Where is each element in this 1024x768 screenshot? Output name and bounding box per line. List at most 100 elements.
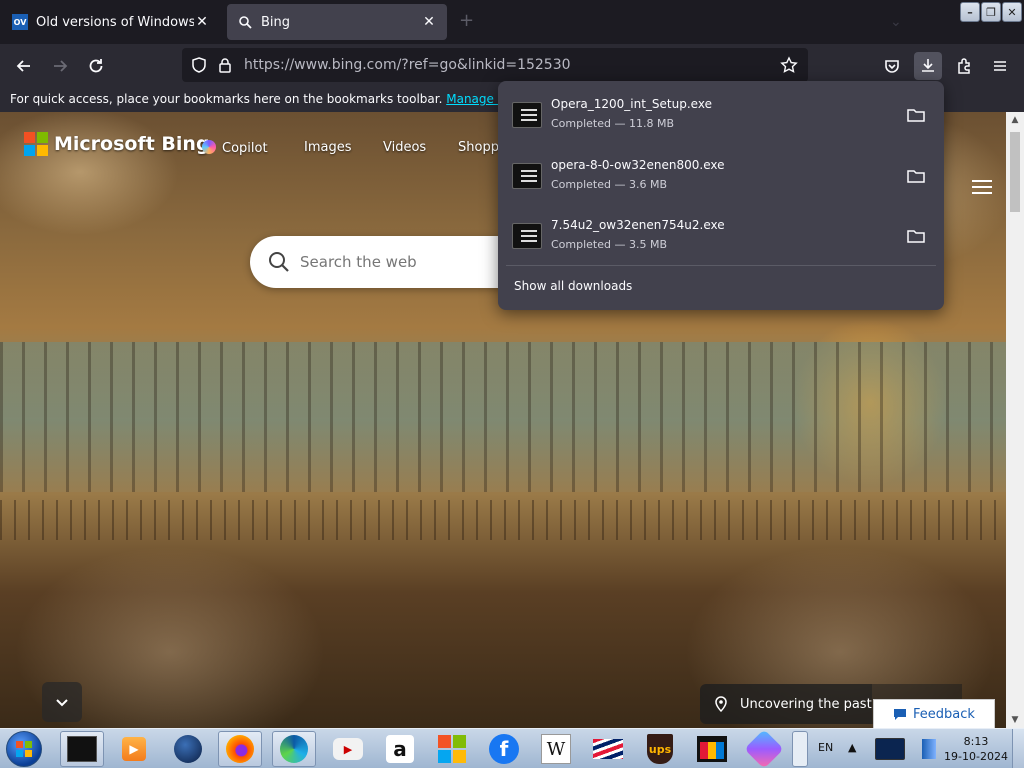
taskbar-edge[interactable]	[272, 731, 316, 767]
show-all-downloads-link[interactable]: Show all downloads	[514, 279, 632, 293]
clock-time: 8:13	[963, 735, 989, 748]
bookmark-star-icon[interactable]	[780, 56, 798, 74]
image-caption[interactable]: Uncovering the past	[700, 684, 872, 724]
list-tabs-icon[interactable]: ⌄	[890, 14, 902, 30]
back-icon[interactable]	[10, 52, 38, 80]
menu-icon[interactable]	[986, 52, 1014, 80]
search-input[interactable]: Search the web	[250, 236, 530, 288]
taskbar-wikipedia[interactable]: W	[534, 731, 578, 767]
new-tab-icon[interactable]: +	[459, 12, 474, 30]
divider	[506, 265, 936, 266]
scroll-down-arrow-icon[interactable]: ▼	[1006, 712, 1024, 728]
clock[interactable]: 8:13 19-10-2024	[944, 734, 1008, 764]
download-item[interactable]: 7.54u2_ow32enen754u2.exe Completed — 3.5…	[506, 212, 936, 268]
close-tab-icon[interactable]: ✕	[421, 14, 437, 30]
ups-icon: ups	[647, 734, 673, 764]
taskbar-scroll[interactable]	[792, 731, 808, 767]
executable-file-icon	[512, 223, 542, 249]
lock-icon[interactable]	[216, 56, 234, 74]
close-window-icon[interactable]: ✕	[1002, 2, 1022, 22]
nav-shopping[interactable]: Shopp	[458, 140, 499, 155]
feedback-button[interactable]: Feedback	[873, 699, 995, 728]
taskbar-facebook[interactable]: f	[482, 731, 526, 767]
taskbar-shopping[interactable]	[690, 731, 734, 767]
taskbar-amazon[interactable]: a	[378, 731, 422, 767]
background-hieroglyph-band	[0, 500, 1006, 540]
screen: OV Old versions of Windows, Mac ✕ Bing ✕…	[0, 0, 1024, 768]
downloads-icon[interactable]	[914, 52, 942, 80]
close-tab-icon[interactable]: ✕	[194, 14, 210, 30]
bookmarks-message: For quick access, place your bookmarks h…	[10, 92, 443, 106]
open-folder-icon[interactable]	[906, 226, 926, 246]
extensions-icon[interactable]	[950, 52, 978, 80]
chevron-down-icon	[56, 699, 68, 707]
tray-volume[interactable]	[916, 731, 942, 767]
show-desktop-button[interactable]	[1012, 729, 1024, 768]
tray-expand-icon[interactable]: ▲	[848, 741, 856, 754]
reload-icon[interactable]	[82, 52, 110, 80]
download-item[interactable]: Opera_1200_int_Setup.exe Completed — 11.…	[506, 91, 936, 147]
page-scrollbar[interactable]: ▲ ▼	[1006, 112, 1024, 728]
taskbar-app-window[interactable]	[60, 731, 104, 767]
nav-copilot[interactable]: Copilot	[202, 140, 268, 156]
nav-images[interactable]: Images	[304, 140, 352, 155]
microsoft-logo-icon	[438, 735, 466, 763]
facebook-icon: f	[489, 734, 519, 764]
taskbar-youtube[interactable]: ▶	[326, 731, 370, 767]
tab-title: Bing	[261, 14, 291, 30]
search-icon	[237, 14, 253, 30]
feedback-label: Feedback	[913, 706, 975, 722]
open-folder-icon[interactable]	[906, 105, 926, 125]
network-icon	[875, 738, 905, 760]
shield-icon[interactable]	[190, 56, 208, 74]
taskbar-copilot[interactable]	[742, 729, 786, 768]
copilot-icon	[202, 140, 216, 154]
copilot-icon	[744, 729, 784, 768]
globe-icon	[174, 735, 202, 763]
tab-bing[interactable]: Bing ✕	[227, 4, 447, 40]
taskbar-microsoft-store[interactable]	[430, 731, 474, 767]
oldversions-favicon-icon: OV	[12, 14, 28, 30]
restore-icon[interactable]: ❐	[981, 2, 1001, 22]
url-bar[interactable]: https://www.bing.com/?ref=go&linkid=1525…	[182, 48, 808, 82]
open-folder-icon[interactable]	[906, 166, 926, 186]
forward-icon[interactable]	[46, 52, 74, 80]
language-indicator[interactable]: EN	[818, 741, 833, 754]
download-status: Completed — 3.5 MB	[551, 238, 668, 251]
download-filename: 7.54u2_ow32enen754u2.exe	[551, 218, 725, 232]
location-pin-icon	[715, 696, 727, 712]
taskbar-ups[interactable]: ups	[638, 731, 682, 767]
brand-name: Microsoft Bing	[54, 133, 210, 155]
scrollbar-thumb[interactable]	[1010, 132, 1020, 212]
taskbar-firefox[interactable]	[218, 731, 262, 767]
firefox-icon	[226, 735, 254, 763]
bing-menu-icon[interactable]	[972, 180, 992, 194]
nav-videos[interactable]: Videos	[383, 140, 426, 155]
nav-label: Copilot	[222, 141, 268, 156]
tab-oldversions[interactable]: OV Old versions of Windows, Mac ✕	[2, 4, 220, 40]
start-button[interactable]	[6, 731, 42, 767]
download-item[interactable]: opera-8-0-ow32enen800.exe Completed — 3.…	[506, 152, 936, 208]
taskbar-media-player[interactable]: ▶	[112, 731, 156, 767]
tab-strip: OV Old versions of Windows, Mac ✕ Bing ✕…	[0, 0, 1024, 44]
scroll-down-button[interactable]	[42, 682, 82, 722]
minimize-icon[interactable]: –	[960, 2, 980, 22]
pocket-icon[interactable]	[878, 52, 906, 80]
executable-file-icon	[512, 163, 542, 189]
taskbar-explorer[interactable]	[166, 731, 210, 767]
microsoft-bing-logo[interactable]: Microsoft Bing	[24, 132, 210, 156]
executable-file-icon	[512, 102, 542, 128]
download-status: Completed — 3.6 MB	[551, 178, 668, 191]
caption-text: Uncovering the past	[740, 696, 872, 712]
scroll-up-arrow-icon[interactable]: ▲	[1006, 112, 1024, 128]
taskbar: ▶ ▶ a f W ups EN ▲ 8:13 19-10-2024	[0, 728, 1024, 768]
wikipedia-icon: W	[541, 734, 571, 764]
downloads-panel: Opera_1200_int_Setup.exe Completed — 11.…	[498, 81, 944, 310]
nav-label: Images	[304, 140, 352, 155]
clock-date: 19-10-2024	[944, 750, 1008, 763]
window-controls: – ❐ ✕	[960, 2, 1022, 22]
download-status: Completed — 11.8 MB	[551, 117, 675, 130]
download-filename: opera-8-0-ow32enen800.exe	[551, 158, 725, 172]
taskbar-bank-of-america[interactable]	[586, 731, 630, 767]
tray-network[interactable]	[866, 731, 914, 767]
